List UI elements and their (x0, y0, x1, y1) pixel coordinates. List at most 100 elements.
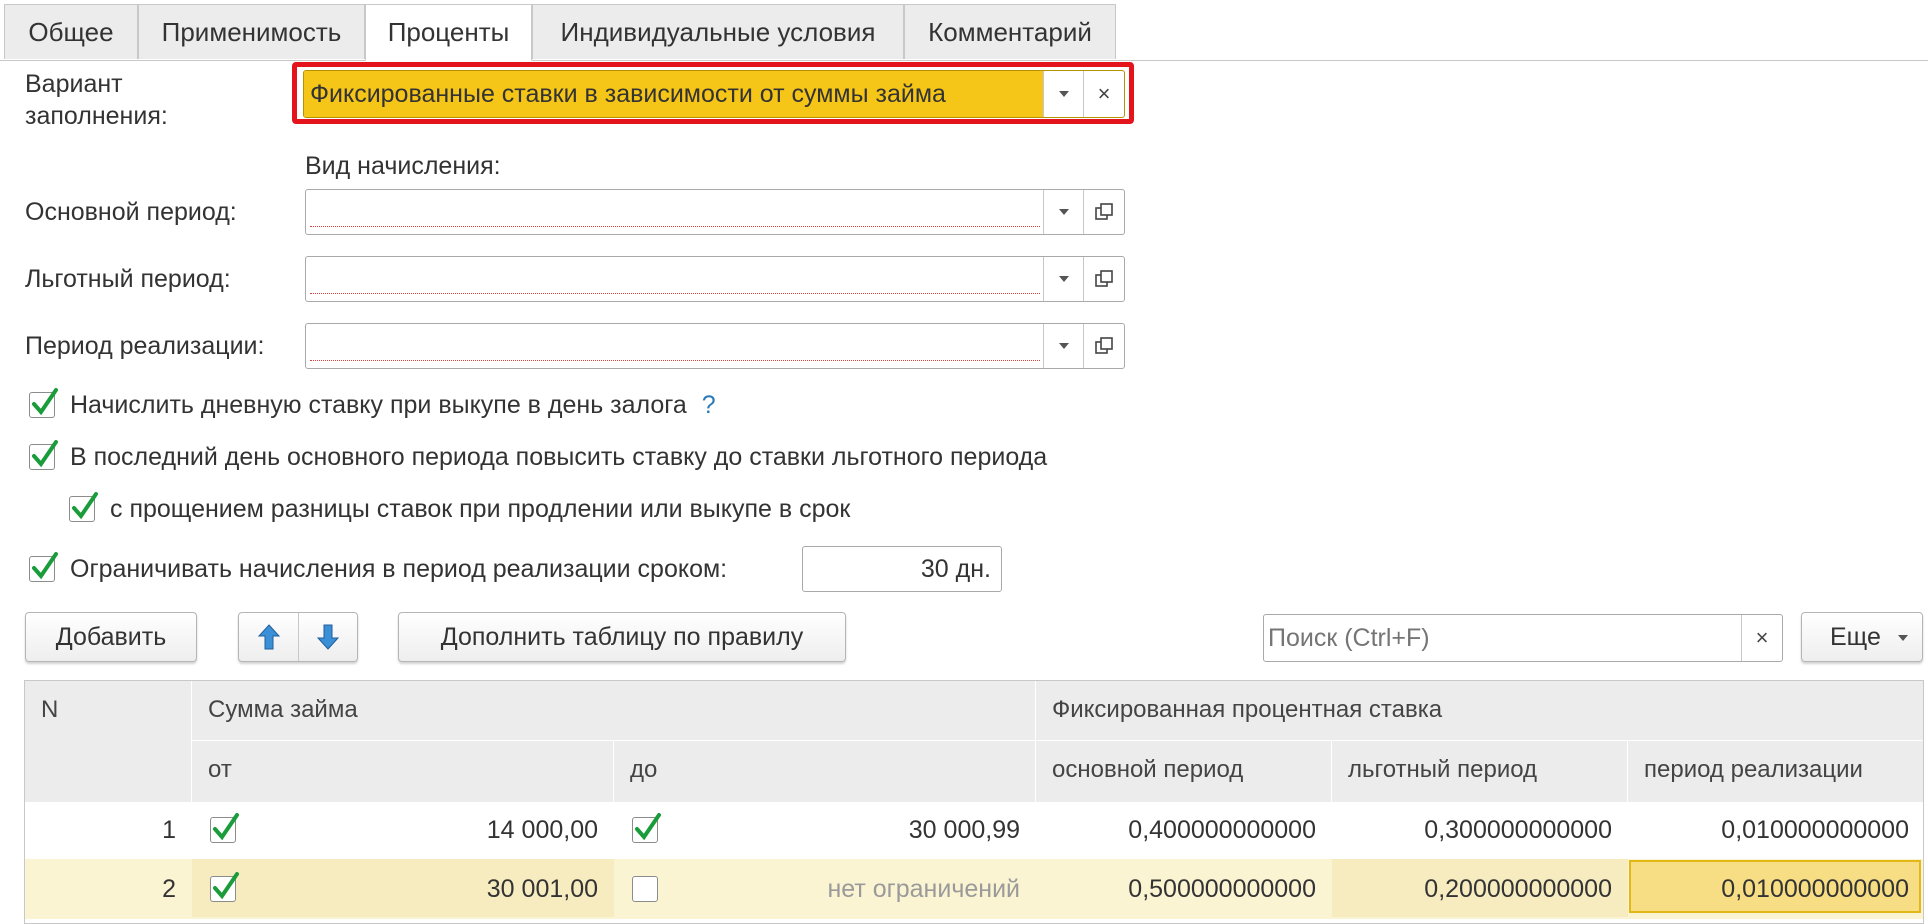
col-group-loan-sum: Сумма займа (192, 681, 1036, 741)
chevron-down-icon (1059, 91, 1069, 97)
chevron-down-icon (1059, 276, 1069, 282)
more-label: Еще (1830, 623, 1881, 651)
tab-comment[interactable]: Комментарий (904, 4, 1116, 59)
forgive-diff-checkbox[interactable] (69, 492, 98, 522)
checkmark-icon (32, 440, 58, 468)
arrow-up-icon (257, 624, 280, 650)
move-up-button[interactable] (239, 613, 299, 661)
limit-days-value: 30 дн. (920, 555, 991, 583)
chevron-down-icon (1897, 635, 1908, 642)
tab-applicability[interactable]: Применимость (138, 4, 365, 59)
grace-period-field[interactable] (305, 256, 1125, 302)
forgive-diff-label: с прощением разницы ставок при продлении… (110, 495, 851, 523)
grace-period-value (312, 257, 1044, 301)
daily-rate-text: Начислить дневную ставку при выкупе в де… (70, 391, 687, 419)
help-icon[interactable]: ? (702, 391, 716, 419)
tab-bar: Общее Применимость Проценты Индивидуальн… (0, 0, 1928, 61)
raise-rate-label: В последний день основного периода повыс… (70, 443, 1048, 471)
dropdown-button[interactable] (1043, 257, 1084, 301)
main-rate-value[interactable]: 0,500000000000 (1036, 861, 1332, 917)
col-header-grace-period[interactable]: льготный период (1332, 741, 1628, 802)
table-row-selected[interactable]: 2 30 001,00 нет ограничений 0,5000000000… (25, 859, 1923, 919)
open-form-icon (1095, 337, 1113, 354)
from-checkbox[interactable] (210, 813, 239, 843)
tab-interest[interactable]: Проценты (365, 4, 532, 61)
tab-label: Применимость (161, 17, 342, 47)
search-clear-button[interactable]: × (1741, 615, 1782, 661)
close-icon: × (1755, 625, 1769, 650)
fill-variant-value: Фиксированные ставки в зависимости от су… (310, 80, 946, 108)
table-row[interactable]: 1 14 000,00 30 000,99 0,400000000000 0,3… (25, 802, 1923, 860)
tab-label: Индивидуальные условия (560, 17, 876, 47)
col-header-realization-period[interactable]: период реализации (1628, 741, 1923, 802)
tab-label: Комментарий (928, 17, 1092, 47)
row-number: 2 (162, 875, 176, 903)
row-number: 1 (162, 816, 176, 844)
move-buttons-group (238, 612, 358, 662)
required-underline (310, 360, 1040, 361)
tab-label: Проценты (387, 17, 510, 47)
search-field[interactable]: × (1263, 614, 1783, 662)
add-button[interactable]: Добавить (25, 612, 197, 662)
limit-accrual-checkbox[interactable] (29, 552, 58, 582)
grace-rate-value[interactable]: 0,300000000000 (1332, 802, 1628, 858)
fill-variant-label: Вариант заполнения: (25, 70, 168, 130)
open-form-icon (1095, 203, 1113, 220)
tab-general[interactable]: Общее (4, 4, 138, 59)
dropdown-button[interactable] (1043, 324, 1084, 368)
chevron-down-icon (1059, 343, 1069, 349)
open-form-icon (1095, 270, 1113, 287)
accrual-type-label: Вид начисления: (305, 152, 501, 180)
from-value[interactable]: 14 000,00 (255, 802, 614, 858)
main-rate-value[interactable]: 0,400000000000 (1036, 802, 1332, 858)
grace-rate-value[interactable]: 0,200000000000 (1332, 861, 1628, 917)
realization-rate-value[interactable]: 0,010000000000 (1628, 802, 1923, 858)
open-button[interactable] (1083, 324, 1124, 368)
close-icon: × (1097, 81, 1111, 106)
to-checkbox[interactable] (632, 813, 661, 843)
required-underline (310, 293, 1040, 294)
to-checkbox[interactable] (632, 876, 658, 902)
move-down-button[interactable] (299, 613, 357, 661)
col-group-fixed-rate: Фиксированная процентная ставка (1036, 681, 1923, 741)
daily-rate-checkbox[interactable] (29, 388, 58, 418)
main-period-value (312, 190, 1044, 234)
clear-button[interactable]: × (1083, 71, 1124, 117)
main-period-label: Основной период: (25, 198, 237, 226)
fill-variant-select[interactable]: Фиксированные ставки в зависимости от су… (303, 70, 1125, 118)
realization-rate-value[interactable]: 0,010000000000 (1628, 861, 1923, 917)
raise-rate-checkbox[interactable] (29, 440, 58, 470)
tab-individual-terms[interactable]: Индивидуальные условия (532, 4, 904, 59)
limit-days-input[interactable]: 30 дн. (802, 546, 1002, 592)
more-button[interactable]: Еще (1801, 612, 1923, 662)
checkmark-icon (32, 552, 58, 580)
col-header-to[interactable]: до (614, 741, 1036, 802)
realization-period-label: Период реализации: (25, 332, 265, 360)
chevron-down-icon (1059, 209, 1069, 215)
fill-by-rule-button[interactable]: Дополнить таблицу по правилу (398, 612, 846, 662)
tab-label: Общее (28, 17, 114, 47)
col-header-main-period[interactable]: основной период (1036, 741, 1332, 802)
search-input[interactable] (1264, 615, 1740, 661)
required-underline (310, 226, 1040, 227)
checkmark-icon (213, 872, 239, 900)
dropdown-button[interactable] (1043, 190, 1084, 234)
arrow-down-icon (316, 624, 340, 650)
checkmark-icon (72, 492, 98, 520)
from-value[interactable]: 30 001,00 (255, 861, 614, 917)
checkmark-icon (635, 813, 661, 841)
from-checkbox[interactable] (210, 872, 239, 902)
dropdown-button[interactable] (1043, 71, 1084, 117)
col-header-n[interactable]: N (25, 681, 192, 802)
to-value[interactable]: нет ограничений (675, 861, 1036, 917)
checkmark-icon (32, 388, 58, 416)
realization-period-value (312, 324, 1044, 368)
main-period-field[interactable] (305, 189, 1125, 235)
open-button[interactable] (1083, 257, 1124, 301)
limit-accrual-label: Ограничивать начисления в период реализа… (70, 555, 728, 583)
daily-rate-label: Начислить дневную ставку при выкупе в де… (70, 389, 716, 421)
open-button[interactable] (1083, 190, 1124, 234)
realization-period-field[interactable] (305, 323, 1125, 369)
col-header-from[interactable]: от (192, 741, 614, 802)
to-value[interactable]: 30 000,99 (675, 802, 1036, 858)
